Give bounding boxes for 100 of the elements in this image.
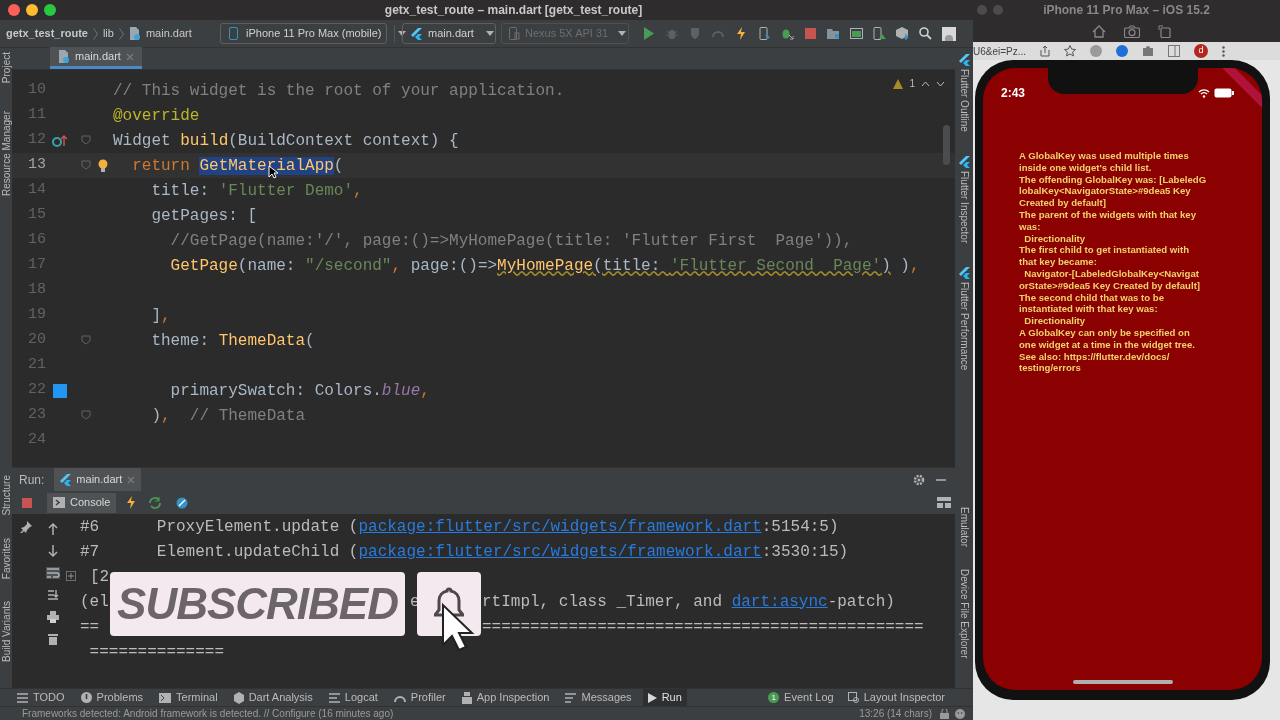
flutter-icon — [411, 27, 422, 40]
breadcrumb[interactable]: main.dart — [145, 25, 192, 42]
reload-icon[interactable] — [148, 496, 163, 509]
up-arrow-icon[interactable] — [48, 523, 58, 535]
tool-tab[interactable]: Problems — [75, 689, 149, 706]
device-icon[interactable] — [873, 27, 886, 40]
run-config-dropdown[interactable]: main.dart — [402, 23, 496, 44]
package-icon[interactable] — [896, 27, 909, 40]
tool-window-button[interactable]: Favorites — [0, 537, 14, 580]
stop-icon[interactable] — [804, 27, 817, 40]
lightning-icon[interactable] — [735, 27, 748, 40]
sidebar-icon[interactable] — [1168, 45, 1181, 57]
down-arrow-icon[interactable] — [48, 545, 58, 557]
tool-window-button[interactable]: Flutter Inspector — [956, 155, 972, 244]
folder-icon[interactable] — [827, 27, 840, 40]
line-number: 18 — [27, 280, 46, 301]
scrollbar-thumb[interactable] — [943, 125, 950, 165]
console-tab[interactable]: Console — [47, 492, 117, 513]
home-icon[interactable] — [1092, 24, 1106, 38]
search-icon[interactable] — [919, 27, 932, 40]
terminal-icon[interactable] — [850, 27, 863, 40]
error-message: A GlobalKey was used multiple times inside one widget's child list. The offending GlobalKey was: [LabeledG lobalKey<NavigatorState>#9dea5 Key Created by default] The parent of the widgets with that key was: Directionality The first child to get instantiated with that key became: Navigator-[LabeledGlobalKey<Navigat orState>#9dea5 Key Created by default] The second child that was to be instantiated with that key was: Directionality A GlobalKey can only be specified on one widget at a time in the widget tree. See also: https://flutter.dev/docs/ testing/errors — [1018, 150, 1208, 375]
status-message: Frameworks detected: Android framework is detected. // Configure (16 minutes ago) — [22, 707, 394, 720]
tool-tab[interactable]: Dart Analysis — [228, 689, 318, 706]
tool-tab[interactable]: Run — [642, 689, 687, 706]
chevron-icon — [92, 27, 98, 40]
print-icon[interactable] — [47, 611, 59, 623]
tool-tab[interactable]: Profiler — [388, 689, 451, 706]
breadcrumb[interactable]: getx_test_route — [6, 25, 88, 42]
link[interactable]: package:flutter/src/widgets/framework.dart — [358, 517, 762, 536]
code-line: return GetMaterialApp( — [131, 155, 344, 176]
lightbulb-icon[interactable] — [98, 158, 108, 173]
line-number: 23 — [27, 405, 46, 426]
tool-window-button[interactable]: Build Variants — [0, 601, 14, 662]
line-number: 12 — [27, 130, 46, 151]
scroll-to-end-icon[interactable] — [47, 589, 59, 601]
settings-icon[interactable] — [913, 473, 925, 486]
link[interactable]: package:flutter/src/widgets/framework.dart — [358, 542, 762, 561]
tool-window-button[interactable]: Resource Manager — [0, 111, 14, 197]
feedback-face-icon[interactable] — [955, 708, 965, 719]
maximize-window-button[interactable] — [44, 4, 56, 16]
tool-window-button[interactable]: Flutter Outline — [956, 54, 972, 132]
more-icon[interactable] — [1222, 45, 1226, 57]
flutter-icon — [60, 473, 72, 486]
profile-avatar[interactable]: d — [1194, 44, 1209, 58]
run-icon[interactable] — [643, 27, 656, 40]
device-refresh-icon[interactable] — [758, 27, 771, 40]
tool-tab[interactable]: App Inspection — [456, 689, 555, 706]
warning-count: 1 — [909, 77, 915, 91]
devtools-icon[interactable] — [176, 496, 189, 509]
line-number: 11 — [27, 105, 46, 126]
tool-window-button[interactable]: Emulator — [956, 506, 972, 547]
device-icon — [509, 27, 520, 40]
breadcrumb[interactable]: lib — [102, 25, 114, 42]
stop-icon[interactable] — [21, 496, 33, 509]
override-icon[interactable] — [52, 133, 68, 148]
extension-icon[interactable] — [1116, 45, 1129, 57]
console-text: (el — [80, 592, 109, 611]
tool-tab[interactable]: 1 Event Log — [768, 689, 834, 706]
lock-icon[interactable] — [940, 708, 949, 719]
share-icon[interactable] — [1040, 45, 1051, 57]
tool-tab[interactable]: Logcat — [323, 689, 383, 706]
close-window-button[interactable] — [8, 4, 20, 16]
tool-tab[interactable]: Terminal — [154, 689, 223, 706]
flutter-icon — [958, 155, 970, 168]
lightning-icon[interactable] — [126, 496, 137, 509]
soft-wrap-icon[interactable] — [46, 567, 60, 579]
code-line: getPages: [ — [150, 205, 258, 226]
tool-window-button[interactable]: Structure — [0, 475, 14, 516]
layout-icon[interactable] — [937, 497, 951, 508]
puzzle-icon[interactable] — [1142, 45, 1155, 57]
link[interactable]: dart:async — [731, 592, 828, 611]
dart-analysis-icon — [233, 691, 244, 704]
code-line: GetPage(name: "/second", page:()=>MyHomePage(title: 'Flutter Second Page') ), — [169, 255, 920, 276]
color-swatch[interactable] — [53, 383, 67, 398]
editor-tab[interactable]: main.dart — [50, 47, 142, 69]
previous-icon[interactable] — [921, 80, 930, 87]
run-config-tab[interactable]: main.dart — [54, 467, 142, 492]
expand-icon[interactable] — [66, 570, 76, 581]
rotate-icon[interactable] — [1158, 24, 1171, 38]
code-line: // This widget is the root of your application. — [113, 80, 565, 101]
tool-window-button[interactable]: Flutter Performance — [956, 267, 972, 371]
tool-tab[interactable]: TODO — [12, 689, 70, 706]
bug-arrow-icon[interactable] — [781, 27, 794, 40]
minimize-window-button[interactable] — [26, 4, 38, 16]
tool-window-button[interactable]: Project — [0, 52, 14, 84]
tool-tab[interactable]: Messages — [560, 689, 637, 706]
dart-file-icon — [128, 27, 141, 40]
tool-tab[interactable]: Layout Inspector — [847, 689, 945, 706]
camera-icon[interactable] — [1124, 24, 1140, 38]
flutter-icon — [958, 267, 970, 280]
console-icon — [53, 497, 65, 508]
caret-icon — [485, 31, 494, 36]
next-icon[interactable] — [936, 80, 945, 87]
pin-icon[interactable] — [20, 521, 32, 533]
trash-icon[interactable] — [48, 633, 58, 645]
tool-window-button[interactable]: Device File Explorer — [956, 568, 972, 658]
avatar-icon[interactable] — [942, 26, 956, 41]
console-line: #7 Element.updateChild (package:flutter/src/widgets/framework.dart:3530:15) — [80, 541, 849, 563]
star-icon[interactable] — [1064, 45, 1077, 57]
